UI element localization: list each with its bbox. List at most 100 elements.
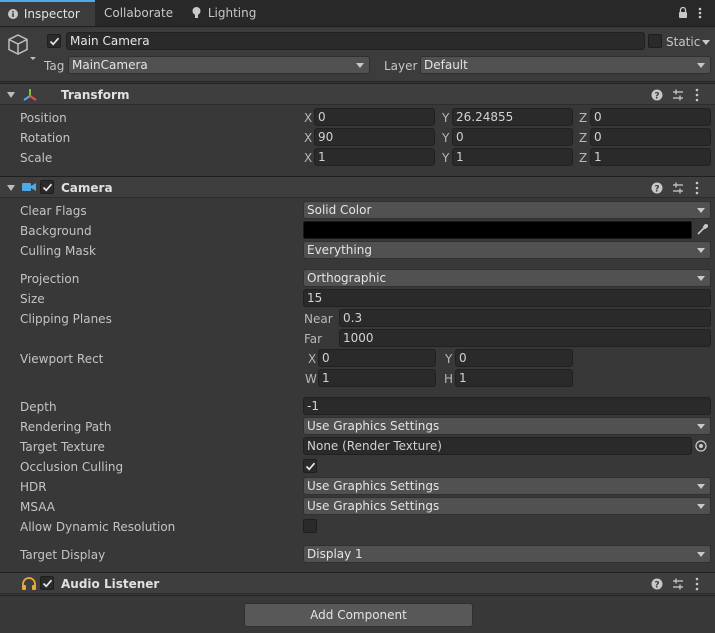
layer-dropdown[interactable]: Default bbox=[420, 56, 711, 74]
static-dropdown-icon[interactable] bbox=[702, 40, 710, 45]
camera-enabled-checkbox[interactable] bbox=[40, 180, 54, 194]
tag-label: Tag bbox=[44, 59, 65, 73]
foldout-arrow-icon[interactable] bbox=[7, 92, 15, 98]
rendering-path-dropdown[interactable]: Use Graphics Settings bbox=[303, 417, 711, 435]
scale-x-field[interactable]: 1 bbox=[314, 148, 435, 166]
foldout-arrow-icon[interactable] bbox=[7, 185, 15, 191]
camera-title: Camera bbox=[61, 181, 113, 195]
object-name-input[interactable]: Main Camera bbox=[66, 32, 645, 50]
projection-dropdown[interactable]: Orthographic bbox=[303, 269, 711, 287]
target-display-dropdown[interactable]: Display 1 bbox=[303, 545, 711, 563]
audio-listener-enabled-checkbox[interactable] bbox=[40, 576, 54, 590]
gameobject-cube-icon bbox=[8, 34, 36, 60]
scale-label[interactable]: Scale bbox=[20, 150, 52, 166]
clear-flags-value: Solid Color bbox=[307, 203, 372, 217]
axis-y-label[interactable]: Y bbox=[442, 150, 449, 166]
preset-sliders-icon[interactable] bbox=[673, 578, 683, 590]
position-label[interactable]: Position bbox=[20, 110, 67, 126]
tab-inspector-label: Inspector bbox=[23, 7, 80, 21]
preset-sliders-icon[interactable] bbox=[673, 182, 683, 194]
object-picker-icon[interactable] bbox=[694, 439, 708, 453]
help-icon[interactable]: ? bbox=[651, 578, 663, 591]
eyedropper-icon[interactable] bbox=[695, 223, 709, 237]
culling-mask-dropdown[interactable]: Everything bbox=[303, 241, 711, 259]
axis-y-label[interactable]: Y bbox=[445, 351, 452, 367]
checkmark-icon bbox=[49, 37, 60, 46]
axis-z-label[interactable]: Z bbox=[579, 110, 587, 126]
kebab-menu-icon[interactable] bbox=[695, 88, 699, 102]
tab-lighting[interactable]: Lighting bbox=[184, 0, 264, 26]
axis-x-label[interactable]: X bbox=[308, 351, 316, 367]
position-x-field[interactable]: 0 bbox=[314, 108, 435, 126]
chevron-down-icon bbox=[697, 484, 705, 489]
viewport-y-field[interactable]: 0 bbox=[455, 349, 573, 367]
viewport-w-field[interactable]: 1 bbox=[318, 369, 436, 387]
checkmark-icon bbox=[305, 462, 316, 471]
help-icon[interactable]: ? bbox=[651, 89, 663, 102]
axis-y-label[interactable]: Y bbox=[442, 110, 449, 126]
clear-flags-dropdown[interactable]: Solid Color bbox=[303, 201, 711, 219]
tab-collaborate[interactable]: Collaborate bbox=[96, 0, 181, 26]
axis-w-label[interactable]: W bbox=[305, 371, 317, 387]
chevron-down-icon bbox=[697, 63, 705, 68]
near-label[interactable]: Near bbox=[304, 311, 333, 327]
tag-dropdown[interactable]: MainCamera bbox=[68, 56, 370, 74]
audio-listener-header[interactable]: Audio Listener ? bbox=[0, 572, 715, 594]
tab-inspector[interactable]: Inspector bbox=[0, 0, 95, 26]
size-label[interactable]: Size bbox=[20, 291, 45, 307]
axis-z-label[interactable]: Z bbox=[579, 130, 587, 146]
svg-text:?: ? bbox=[654, 92, 659, 102]
size-field[interactable]: 15 bbox=[303, 289, 711, 307]
camera-header[interactable]: Camera ? bbox=[0, 176, 715, 198]
far-label[interactable]: Far bbox=[304, 331, 322, 347]
msaa-label: MSAA bbox=[20, 500, 55, 514]
dynamic-resolution-checkbox[interactable] bbox=[303, 519, 317, 533]
transform-header[interactable]: Transform ? bbox=[0, 83, 715, 105]
active-checkbox[interactable] bbox=[47, 34, 61, 48]
axis-y-label[interactable]: Y bbox=[442, 130, 449, 146]
depth-label[interactable]: Depth bbox=[20, 399, 57, 415]
axis-x-label[interactable]: X bbox=[304, 130, 312, 146]
svg-text:?: ? bbox=[654, 581, 659, 591]
static-checkbox[interactable] bbox=[648, 34, 662, 48]
rotation-y-field[interactable]: 0 bbox=[452, 128, 573, 146]
rotation-x-field[interactable]: 90 bbox=[314, 128, 435, 146]
far-field[interactable]: 1000 bbox=[339, 329, 711, 347]
position-z-field[interactable]: 0 bbox=[590, 108, 711, 126]
axis-x-label[interactable]: X bbox=[304, 110, 312, 126]
object-header: Main Camera Static Tag MainCamera Layer … bbox=[0, 28, 715, 82]
target-texture-field[interactable]: None (Render Texture) bbox=[303, 437, 692, 455]
info-icon bbox=[8, 9, 18, 19]
kebab-menu-icon[interactable] bbox=[698, 7, 702, 19]
chevron-down-icon bbox=[697, 504, 705, 509]
add-component-button[interactable]: Add Component bbox=[244, 603, 473, 627]
layer-value: Default bbox=[424, 58, 468, 72]
kebab-menu-icon[interactable] bbox=[695, 577, 699, 591]
rotation-label[interactable]: Rotation bbox=[20, 130, 70, 146]
help-icon[interactable]: ? bbox=[651, 182, 663, 195]
tag-value: MainCamera bbox=[72, 58, 148, 72]
lock-icon[interactable] bbox=[678, 7, 688, 19]
msaa-value: Use Graphics Settings bbox=[307, 499, 440, 513]
position-y-field[interactable]: 26.24855 bbox=[452, 108, 573, 126]
scale-y-field[interactable]: 1 bbox=[452, 148, 573, 166]
headphones-icon bbox=[22, 577, 36, 590]
axis-h-label[interactable]: H bbox=[444, 371, 453, 387]
viewport-x-field[interactable]: 0 bbox=[318, 349, 436, 367]
preset-sliders-icon[interactable] bbox=[673, 89, 683, 101]
rotation-z-field[interactable]: 0 bbox=[590, 128, 711, 146]
occlusion-culling-checkbox[interactable] bbox=[303, 459, 317, 473]
axis-z-label[interactable]: Z bbox=[579, 150, 587, 166]
depth-field[interactable]: -1 bbox=[303, 397, 711, 415]
msaa-dropdown[interactable]: Use Graphics Settings bbox=[303, 497, 711, 515]
dynamic-resolution-label: Allow Dynamic Resolution bbox=[20, 520, 176, 534]
background-color-swatch[interactable] bbox=[303, 221, 692, 239]
scale-z-field[interactable]: 1 bbox=[590, 148, 711, 166]
axis-x-label[interactable]: X bbox=[304, 150, 312, 166]
viewport-h-field[interactable]: 1 bbox=[455, 369, 573, 387]
hdr-dropdown[interactable]: Use Graphics Settings bbox=[303, 477, 711, 495]
occlusion-culling-label: Occlusion Culling bbox=[20, 460, 124, 474]
near-field[interactable]: 0.3 bbox=[339, 309, 711, 327]
kebab-menu-icon[interactable] bbox=[695, 181, 699, 195]
add-component-label: Add Component bbox=[310, 608, 407, 622]
